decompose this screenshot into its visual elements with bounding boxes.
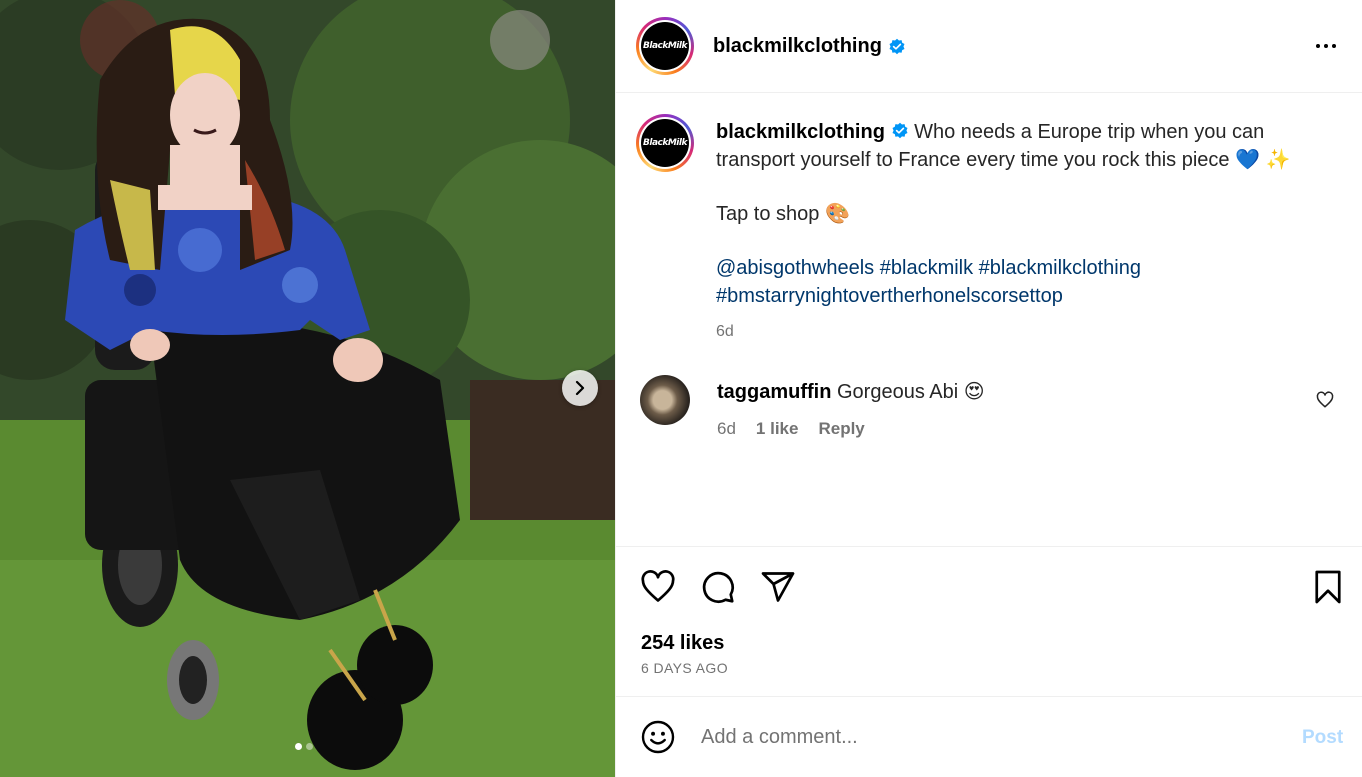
comment-time: 6d	[717, 419, 736, 438]
commenter-avatar[interactable]	[640, 375, 690, 425]
post-media[interactable]	[0, 0, 615, 777]
author-username[interactable]: blackmilkclothing	[713, 35, 882, 58]
post-date[interactable]: 6 DAYS AGO	[641, 660, 728, 676]
comment-text: Gorgeous Abi 😍	[837, 381, 985, 403]
author-avatar[interactable]: BlackMilk	[636, 17, 694, 75]
verified-badge-icon	[892, 122, 907, 139]
hashtag-link[interactable]: #blackmilkclothing	[979, 257, 1141, 279]
post-photo	[0, 0, 615, 777]
avatar-logo: BlackMilk	[641, 119, 689, 167]
comment-text-row: taggamuffin Gorgeous Abi 😍	[717, 379, 985, 404]
avatar-logo: BlackMilk	[641, 22, 689, 70]
post-modal: BlackMilk blackmilkclothing BlackMilk bl…	[0, 0, 1362, 777]
caption-text: blackmilkclothing Who needs a Europe tri…	[716, 118, 1336, 346]
verified-badge-icon	[889, 38, 905, 54]
author-username-row: blackmilkclothing	[713, 35, 906, 58]
carousel-dot	[306, 743, 313, 750]
comment-item: taggamuffin Gorgeous Abi 😍 6d 1 like Rep…	[640, 375, 1345, 445]
comment-meta: 6d 1 like Reply	[717, 419, 865, 439]
post-comment-button[interactable]: Post	[1302, 727, 1343, 749]
caption-tags: @abisgothwheels #blackmilk #blackmilkclo…	[716, 254, 1336, 310]
mention-link[interactable]: @abisgothwheels	[716, 257, 874, 279]
caption-shop-line: Tap to shop 🎨	[716, 203, 850, 225]
post-actions: 254 likes 6 DAYS AGO	[616, 546, 1362, 696]
like-count[interactable]: 254 likes	[641, 632, 724, 655]
commenter-username[interactable]: taggamuffin	[717, 381, 831, 403]
comment-input[interactable]	[701, 721, 1261, 753]
caption-avatar[interactable]: BlackMilk	[636, 114, 694, 172]
like-heart-icon[interactable]	[640, 569, 676, 605]
reply-button[interactable]: Reply	[818, 419, 864, 439]
post-header: BlackMilk blackmilkclothing	[616, 0, 1362, 93]
carousel-dot-active	[295, 743, 302, 750]
comment-bubble-icon[interactable]	[700, 569, 736, 605]
next-slide-button[interactable]	[562, 370, 598, 406]
post-panel: BlackMilk blackmilkclothing BlackMilk bl…	[615, 0, 1362, 777]
caption-username[interactable]: blackmilkclothing	[716, 121, 885, 143]
caption-time[interactable]: 6d	[716, 318, 1336, 346]
carousel-indicator	[295, 743, 313, 750]
add-comment-bar: Post	[616, 696, 1362, 777]
share-paper-plane-icon[interactable]	[760, 569, 796, 605]
emoji-smiley-icon[interactable]	[640, 719, 676, 755]
more-options-icon[interactable]	[1312, 38, 1340, 54]
comment-likes[interactable]: 1 like	[756, 419, 799, 439]
hashtag-link[interactable]: #bmstarrynightovertherhonelscorsettop	[716, 285, 1063, 307]
hashtag-link[interactable]: #blackmilk	[880, 257, 973, 279]
save-bookmark-icon[interactable]	[1310, 569, 1346, 605]
chevron-right-icon	[575, 380, 585, 396]
comment-like-icon[interactable]	[1316, 391, 1334, 409]
